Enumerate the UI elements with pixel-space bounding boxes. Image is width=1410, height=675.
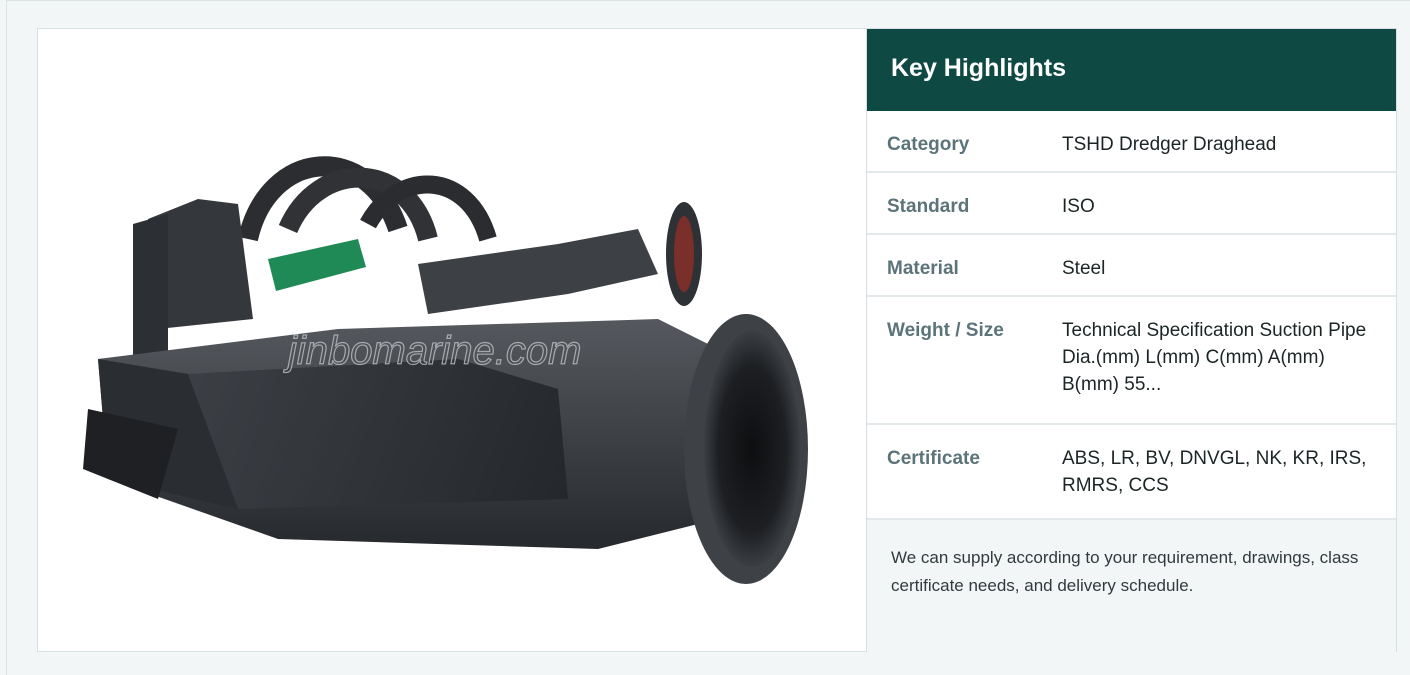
spec-label: Material	[887, 258, 959, 279]
spec-label: Weight / Size	[887, 320, 1004, 341]
page-background: jinbomarine.com Key Highlights Category …	[6, 0, 1410, 675]
spec-value: ISO	[1062, 196, 1095, 217]
spec-value: Steel	[1062, 258, 1106, 279]
spec-value: Technical Specification Suction Pipe Dia…	[1062, 320, 1367, 395]
product-card: jinbomarine.com Key Highlights Category …	[37, 28, 1397, 653]
spec-row-weight-size: Weight / Size Technical Specification Su…	[867, 297, 1396, 425]
key-highlights-panel: Key Highlights Category TSHD Dredger Dra…	[867, 29, 1396, 653]
spec-value: TSHD Dredger Draghead	[1062, 134, 1277, 155]
supply-note: We can supply according to your requirem…	[867, 520, 1396, 653]
product-image-panel: jinbomarine.com	[38, 29, 866, 651]
spec-row-category: Category TSHD Dredger Draghead	[867, 111, 1396, 173]
spec-row-certificate: Certificate ABS, LR, BV, DNVGL, NK, KR, …	[867, 425, 1396, 520]
spec-label: Certificate	[887, 448, 980, 469]
spec-row-material: Material Steel	[867, 235, 1396, 297]
spec-label: Standard	[887, 196, 970, 217]
key-highlights-title: Key Highlights	[867, 29, 1396, 111]
watermark-text: jinbomarine.com	[283, 329, 581, 373]
spec-label: Category	[887, 134, 970, 155]
spec-row-standard: Standard ISO	[867, 173, 1396, 235]
product-image[interactable]: jinbomarine.com	[38, 29, 866, 651]
spec-value: ABS, LR, BV, DNVGL, NK, KR, IRS, RMRS, C…	[1062, 448, 1367, 496]
